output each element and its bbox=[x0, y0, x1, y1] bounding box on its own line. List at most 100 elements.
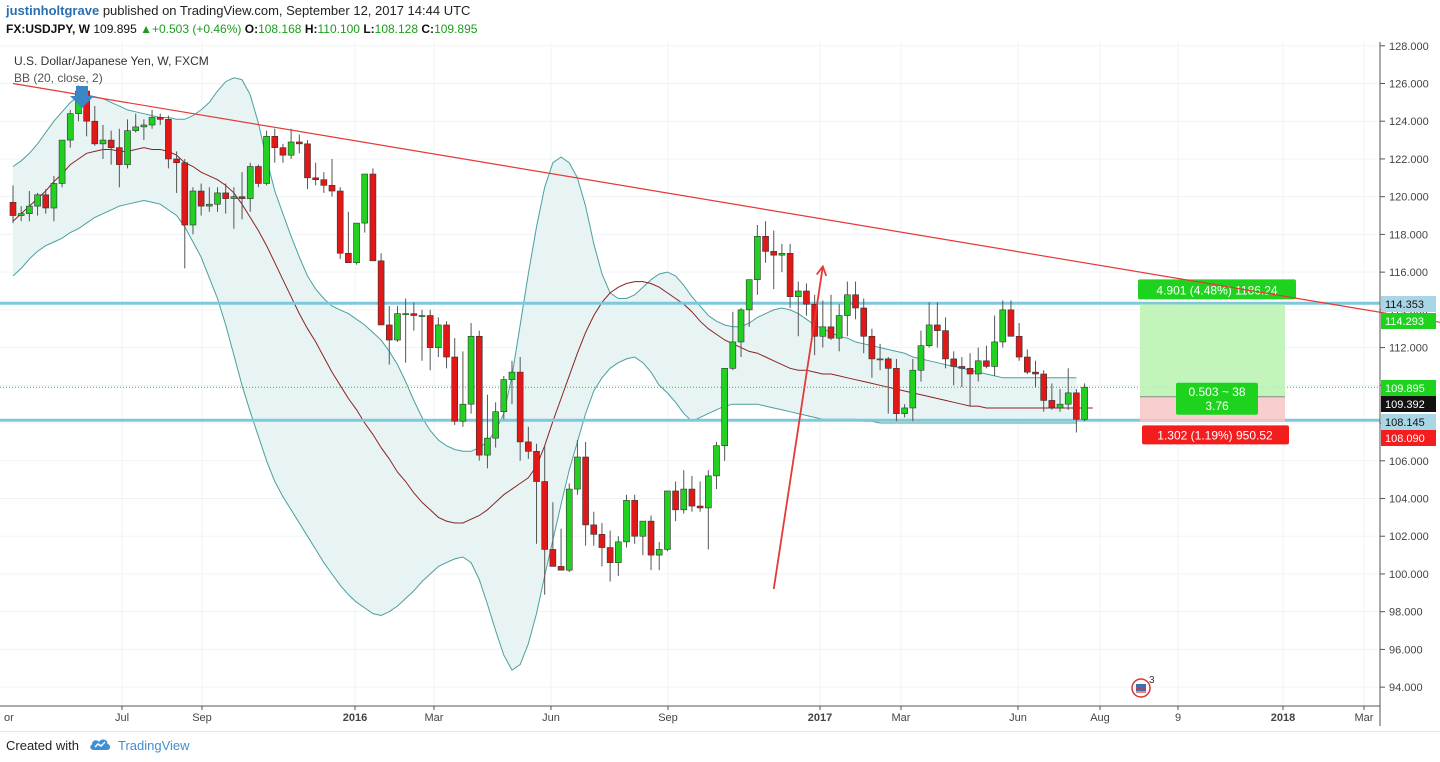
candle-down bbox=[893, 358, 900, 422]
candle-up bbox=[623, 494, 630, 548]
candle-body bbox=[156, 117, 164, 120]
candle-body bbox=[835, 315, 843, 339]
candle-body bbox=[557, 566, 565, 571]
indicator-label: BB (20, close, 2) bbox=[14, 71, 103, 85]
candle-body bbox=[704, 475, 712, 509]
author-link[interactable]: justinholtgrave bbox=[6, 3, 99, 18]
candle-body bbox=[1056, 403, 1064, 409]
last-price: 109.895 bbox=[93, 22, 137, 36]
candle-body bbox=[287, 141, 295, 156]
price-tick-label: 94.000 bbox=[1389, 682, 1423, 694]
ratio-label-line-2: 3.76 bbox=[1205, 399, 1229, 413]
candle-body bbox=[516, 371, 524, 443]
candle-body bbox=[443, 324, 450, 358]
time-tick-label: 2018 bbox=[1271, 712, 1295, 724]
price-axis[interactable]: 128.000 126.000 124.000 122.000 120.000 118.0… bbox=[1379, 42, 1436, 726]
price-label-level: 114.353 bbox=[1385, 299, 1424, 311]
candle-body bbox=[34, 194, 41, 207]
candle-body bbox=[884, 358, 892, 369]
candle-body bbox=[934, 324, 941, 331]
price-change: +0.503 (+0.46%) bbox=[151, 22, 242, 36]
price-tick-label: 112.000 bbox=[1389, 343, 1428, 355]
close-value: 109.895 bbox=[434, 22, 478, 36]
candle-down bbox=[377, 253, 385, 326]
candle-body bbox=[17, 213, 25, 216]
price-tick-label: 122.000 bbox=[1389, 154, 1429, 166]
candle-body bbox=[991, 341, 998, 367]
time-tick-label: or bbox=[4, 712, 14, 724]
candle-body bbox=[974, 360, 982, 375]
chart-header: justinholtgrave published on TradingView… bbox=[0, 0, 1440, 42]
price-label-target: 114.293 bbox=[1385, 316, 1424, 328]
candle-body bbox=[664, 490, 671, 550]
candle-body bbox=[917, 345, 925, 371]
events-count: 3 bbox=[1149, 675, 1155, 686]
candle-body bbox=[1081, 386, 1088, 420]
candle-body bbox=[827, 326, 835, 339]
time-axis[interactable]: or Jul Sep 2016 Mar Jun Sep 2017 Mar Jun Aug 9 2018 M… bbox=[0, 705, 1380, 724]
candle-body bbox=[541, 481, 549, 550]
high-label: H: bbox=[304, 22, 318, 36]
candle-body bbox=[623, 500, 630, 543]
candle-body bbox=[165, 119, 172, 160]
time-tick-label: Sep bbox=[192, 712, 212, 724]
candle-body bbox=[58, 139, 66, 184]
candle-body bbox=[107, 139, 115, 148]
publish-info: published on TradingView.com, September … bbox=[102, 3, 471, 18]
candle-body bbox=[672, 490, 679, 511]
candle-body bbox=[181, 162, 189, 226]
price-label-level: 108.145 bbox=[1385, 417, 1425, 429]
candle-body bbox=[214, 192, 221, 205]
candle-body bbox=[909, 369, 917, 409]
candle-body bbox=[271, 136, 279, 148]
candle-body bbox=[435, 324, 442, 348]
candle-body bbox=[688, 488, 696, 507]
candle-body bbox=[206, 203, 213, 207]
price-label-stop: 108.090 bbox=[1385, 433, 1425, 445]
candle-body bbox=[377, 260, 385, 326]
candle-body bbox=[173, 158, 180, 164]
candle-body bbox=[116, 147, 123, 165]
created-with-label: Created with bbox=[6, 738, 79, 753]
symbol-line: FX:USDJPY, W 109.895 ▲+0.503 (+0.46%) O:… bbox=[6, 22, 477, 36]
time-tick-label: Jul bbox=[115, 712, 129, 724]
candle-body bbox=[999, 309, 1007, 343]
candle-body bbox=[402, 313, 409, 315]
price-tick-label: 124.000 bbox=[1389, 116, 1429, 128]
candle-body bbox=[876, 358, 884, 361]
candle-body bbox=[9, 202, 17, 216]
candle-body bbox=[680, 488, 688, 511]
candle-down bbox=[631, 494, 638, 544]
candle-body bbox=[304, 143, 311, 179]
candle-body bbox=[598, 534, 606, 548]
instrument-title: U.S. Dollar/Japanese Yen, W, FXCM bbox=[14, 54, 209, 68]
price-tick-label: 96.000 bbox=[1389, 644, 1423, 656]
time-tick-label: Mar bbox=[425, 712, 444, 724]
candle-body bbox=[754, 235, 761, 280]
open-value: 108.168 bbox=[258, 22, 302, 36]
candle-body bbox=[1073, 392, 1080, 420]
candle-body bbox=[958, 366, 966, 369]
candle-up bbox=[565, 483, 573, 573]
candle-body bbox=[451, 356, 459, 422]
candle-body bbox=[950, 358, 958, 367]
candle-body bbox=[361, 173, 369, 224]
candle-up bbox=[1081, 383, 1088, 422]
price-tick-label: 100.000 bbox=[1389, 569, 1429, 581]
candle-body bbox=[295, 141, 303, 145]
time-tick-label: Aug bbox=[1090, 712, 1110, 724]
candle-body bbox=[590, 524, 598, 535]
tradingview-link[interactable]: TradingView bbox=[118, 738, 190, 753]
candle-body bbox=[336, 190, 344, 254]
candle-body bbox=[238, 196, 246, 199]
price-chart[interactable]: 4.901 (4.48%) 1186.240.503 ~ 383.761.302… bbox=[0, 42, 1440, 731]
candle-body bbox=[696, 505, 704, 509]
candle-body bbox=[124, 130, 131, 165]
stop-label: 1.302 (1.19%) 950.52 bbox=[1157, 428, 1273, 442]
candle-body bbox=[942, 330, 949, 360]
ratio-label-line-1: 0.503 ~ 38 bbox=[1188, 385, 1245, 399]
time-tick-label: Jun bbox=[542, 712, 560, 724]
candle-body bbox=[901, 407, 908, 414]
candle-body bbox=[794, 290, 802, 297]
candle-body bbox=[255, 166, 262, 184]
